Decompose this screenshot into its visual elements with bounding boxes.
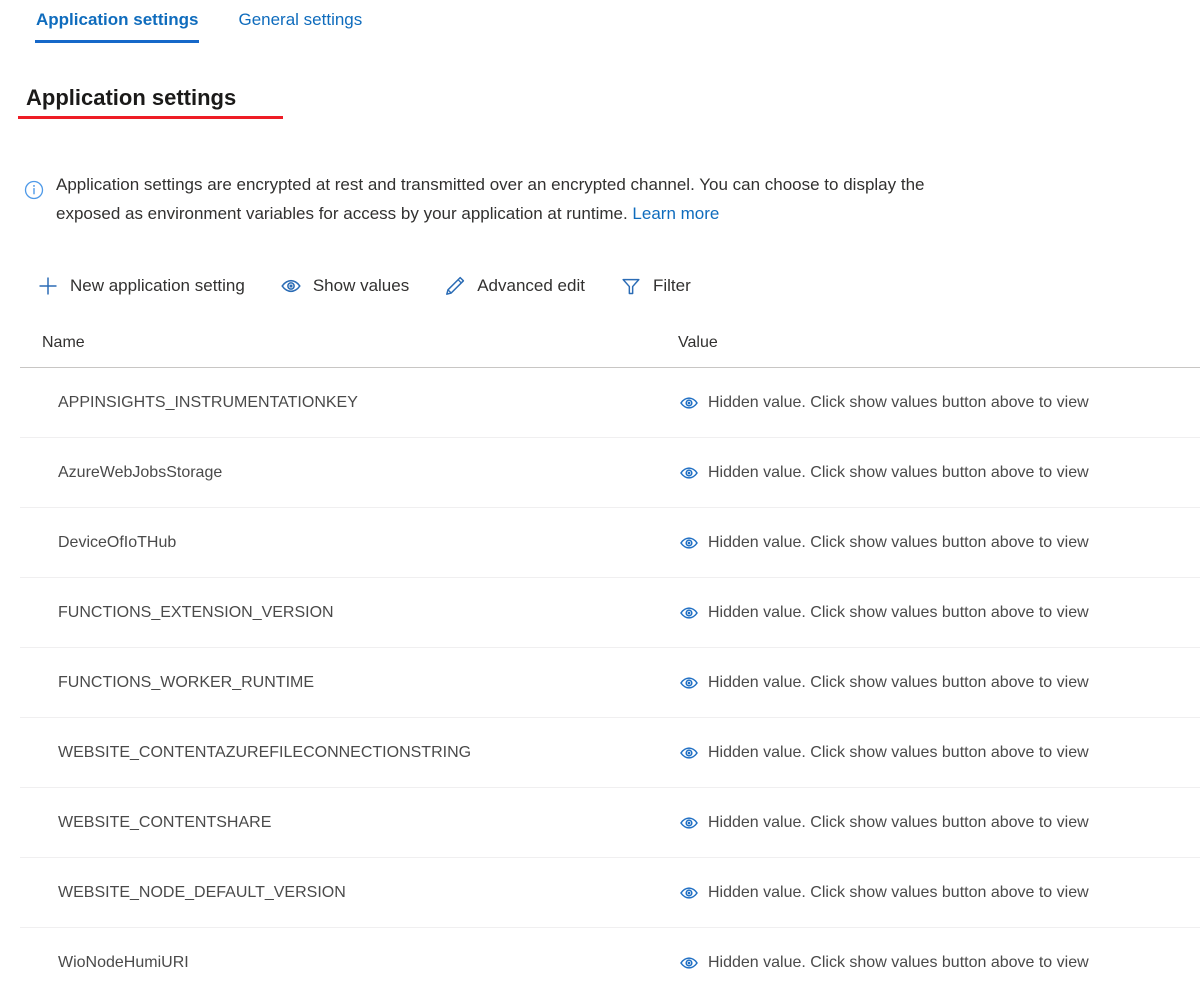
eye-icon[interactable]: [678, 952, 700, 974]
table-row[interactable]: FUNCTIONS_EXTENSION_VERSION Hidden value…: [20, 578, 1200, 648]
learn-more-link[interactable]: Learn more: [632, 204, 719, 223]
setting-value-text: Hidden value. Click show values button a…: [708, 673, 1089, 691]
tab-application-settings[interactable]: Application settings: [35, 0, 200, 43]
setting-value-text: Hidden value. Click show values button a…: [708, 883, 1089, 901]
column-header-value-label: Value: [678, 334, 718, 351]
info-banner-line2: exposed as environment variables for acc…: [56, 199, 925, 228]
show-values-label: Show values: [312, 276, 410, 295]
eye-icon[interactable]: [678, 812, 700, 834]
eye-icon[interactable]: [678, 602, 700, 624]
tab-general-settings-label: General settings: [238, 10, 363, 29]
table-row[interactable]: WEBSITE_CONTENTAZUREFILECONNECTIONSTRING…: [20, 718, 1200, 788]
table-row[interactable]: AzureWebJobsStorage Hidden value. Click …: [20, 438, 1200, 508]
setting-value[interactable]: Hidden value. Click show values button a…: [675, 812, 1200, 834]
setting-value[interactable]: Hidden value. Click show values button a…: [675, 602, 1200, 624]
pencil-icon: [443, 274, 467, 298]
info-banner-line1: Application settings are encrypted at re…: [56, 175, 925, 194]
app-settings-page: Application settings General settings Ap…: [0, 0, 1200, 989]
new-application-setting-label: New application setting: [70, 276, 245, 295]
setting-value-text: Hidden value. Click show values button a…: [708, 533, 1089, 551]
advanced-edit-button[interactable]: Advanced edit: [443, 274, 585, 298]
filter-icon: [619, 274, 643, 298]
info-banner-line2-text: exposed as environment variables for acc…: [56, 204, 628, 223]
table-row[interactable]: WioNodeHumiURI Hidden value. Click show …: [20, 928, 1200, 989]
eye-icon[interactable]: [678, 882, 700, 904]
show-values-button[interactable]: Show values: [279, 274, 409, 298]
page-title: Application settings: [26, 85, 237, 110]
settings-tablist: Application settings General settings: [0, 0, 363, 46]
setting-value[interactable]: Hidden value. Click show values button a…: [675, 462, 1200, 484]
red-annotation-underline: [18, 116, 283, 119]
setting-value-text: Hidden value. Click show values button a…: [708, 743, 1089, 761]
setting-value[interactable]: Hidden value. Click show values button a…: [675, 742, 1200, 764]
setting-name: WEBSITE_NODE_DEFAULT_VERSION: [58, 883, 346, 901]
setting-value[interactable]: Hidden value. Click show values button a…: [675, 532, 1200, 554]
filter-label: Filter: [652, 276, 691, 295]
setting-name: WEBSITE_CONTENTAZUREFILECONNECTIONSTRING: [58, 743, 472, 761]
app-settings-table: Name Value APPINSIGHTS_INSTRUMENTATIONKE…: [20, 333, 1200, 989]
setting-value-text: Hidden value. Click show values button a…: [708, 953, 1089, 971]
setting-value-text: Hidden value. Click show values button a…: [708, 603, 1089, 621]
table-row[interactable]: DeviceOfIoTHub Hidden value. Click show …: [20, 508, 1200, 578]
column-header-name-label: Name: [42, 334, 85, 351]
setting-name: WEBSITE_CONTENTSHARE: [58, 813, 272, 831]
setting-name: FUNCTIONS_WORKER_RUNTIME: [58, 673, 315, 691]
setting-name: APPINSIGHTS_INSTRUMENTATIONKEY: [58, 393, 358, 411]
setting-name: WioNodeHumiURI: [58, 953, 189, 971]
filter-button[interactable]: Filter: [619, 274, 691, 298]
setting-value-text: Hidden value. Click show values button a…: [708, 813, 1089, 831]
setting-name: AzureWebJobsStorage: [58, 463, 223, 481]
setting-name: FUNCTIONS_EXTENSION_VERSION: [58, 603, 334, 621]
info-banner: Application settings are encrypted at re…: [24, 170, 1200, 228]
info-banner-text: Application settings are encrypted at re…: [56, 170, 925, 228]
plus-icon: [36, 274, 60, 298]
info-circle-icon: [24, 180, 44, 200]
command-bar: New application setting Show values Adva…: [36, 274, 691, 298]
setting-name: DeviceOfIoTHub: [58, 533, 177, 551]
advanced-edit-label: Advanced edit: [477, 276, 585, 295]
eye-icon[interactable]: [678, 672, 700, 694]
eye-icon: [279, 274, 303, 298]
active-tab-underline: [35, 40, 200, 43]
column-header-name[interactable]: Name: [20, 333, 675, 353]
setting-value[interactable]: Hidden value. Click show values button a…: [675, 882, 1200, 904]
table-row[interactable]: FUNCTIONS_WORKER_RUNTIME Hidden value. C…: [20, 648, 1200, 718]
table-row[interactable]: APPINSIGHTS_INSTRUMENTATIONKEY Hidden va…: [20, 368, 1200, 438]
page-title-wrap: Application settings: [18, 84, 283, 119]
tab-application-settings-label: Application settings: [36, 10, 199, 29]
eye-icon[interactable]: [678, 742, 700, 764]
table-header-row: Name Value: [20, 333, 1200, 368]
table-row[interactable]: WEBSITE_CONTENTSHARE Hidden value. Click…: [20, 788, 1200, 858]
eye-icon[interactable]: [678, 532, 700, 554]
setting-value[interactable]: Hidden value. Click show values button a…: [675, 952, 1200, 974]
eye-icon[interactable]: [678, 462, 700, 484]
setting-value[interactable]: Hidden value. Click show values button a…: [675, 392, 1200, 414]
setting-value[interactable]: Hidden value. Click show values button a…: [675, 672, 1200, 694]
table-row[interactable]: WEBSITE_NODE_DEFAULT_VERSION Hidden valu…: [20, 858, 1200, 928]
setting-value-text: Hidden value. Click show values button a…: [708, 463, 1089, 481]
column-header-value[interactable]: Value: [675, 333, 1200, 353]
setting-value-text: Hidden value. Click show values button a…: [708, 393, 1089, 411]
tab-general-settings[interactable]: General settings: [237, 0, 363, 30]
eye-icon[interactable]: [678, 392, 700, 414]
new-application-setting-button[interactable]: New application setting: [36, 274, 245, 298]
